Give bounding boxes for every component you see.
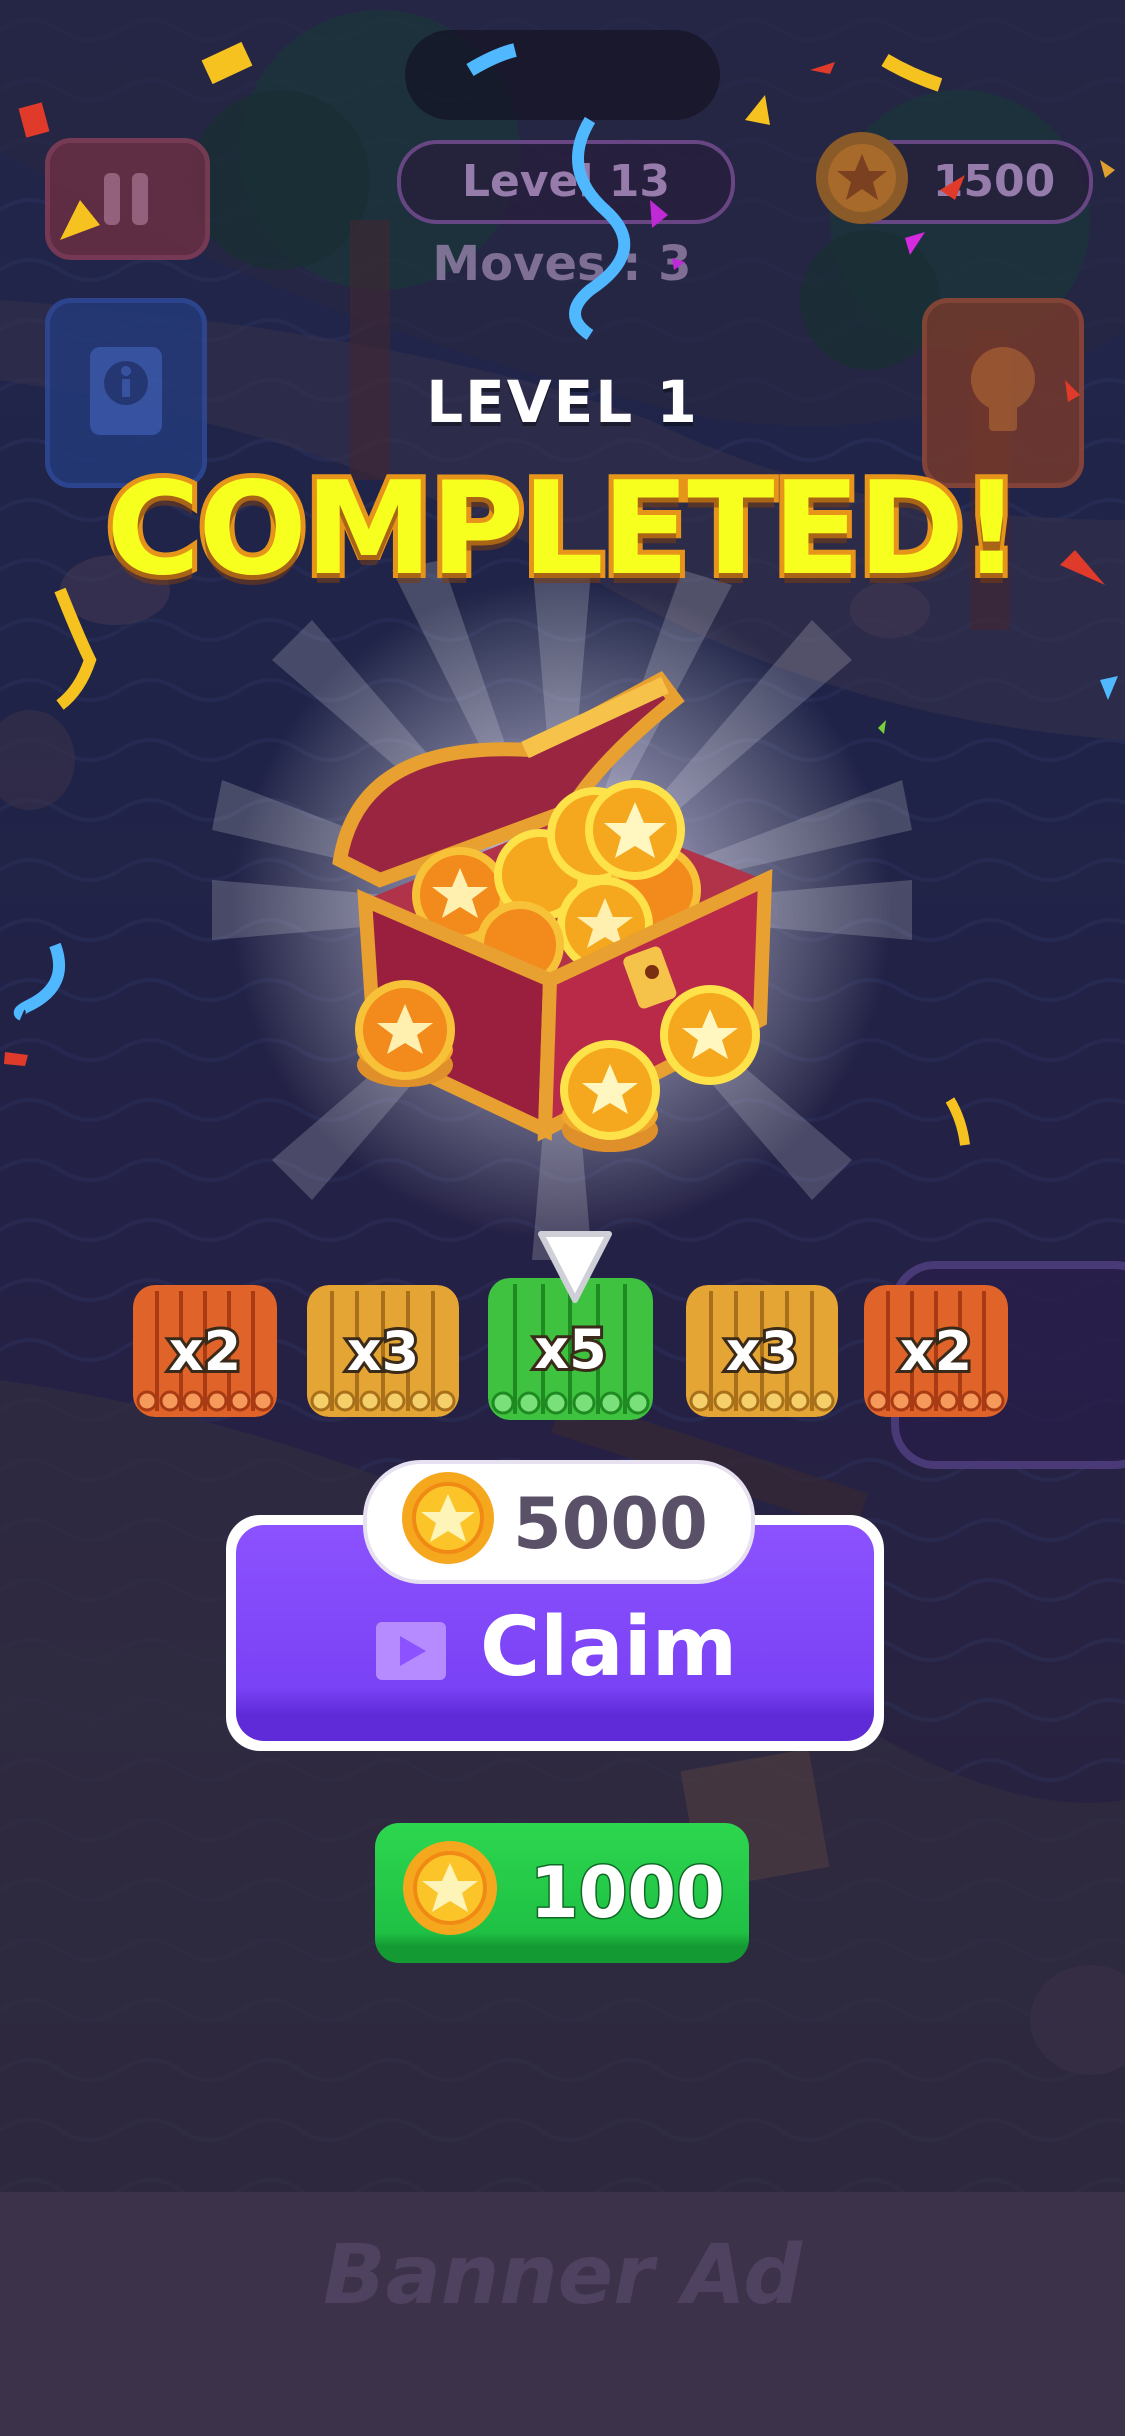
claim-reward-amount: 5000 bbox=[513, 1483, 708, 1565]
banner-ad-label: Banner Ad bbox=[323, 2228, 802, 2323]
video-play-icon bbox=[376, 1622, 446, 1680]
selector-arrow-icon bbox=[538, 1231, 612, 1303]
coin-icon bbox=[402, 1472, 494, 1564]
multiplier-x2-left: x2 bbox=[133, 1285, 277, 1417]
confetti bbox=[4, 41, 1118, 1146]
treasure-chest-icon bbox=[332, 670, 773, 1152]
multiplier-label: x3 bbox=[723, 1317, 801, 1386]
multiplier-x3-right: x3 bbox=[686, 1285, 838, 1417]
base-reward-amount: 1000 bbox=[529, 1851, 727, 1936]
coin-icon bbox=[403, 1841, 497, 1935]
multiplier-label: x2 bbox=[897, 1317, 975, 1386]
multiplier-x2-right: x2 bbox=[864, 1285, 1008, 1417]
multiplier-label: x2 bbox=[166, 1317, 244, 1386]
completed-title: COMPLETED! bbox=[101, 450, 1025, 609]
claim-label: Claim bbox=[480, 1600, 738, 1695]
multiplier-x3-left: x3 bbox=[307, 1285, 459, 1417]
multiplier-label: x3 bbox=[344, 1317, 422, 1386]
level-result-label: LEVEL 1 bbox=[426, 368, 699, 436]
multiplier-label: x5 bbox=[531, 1315, 609, 1384]
